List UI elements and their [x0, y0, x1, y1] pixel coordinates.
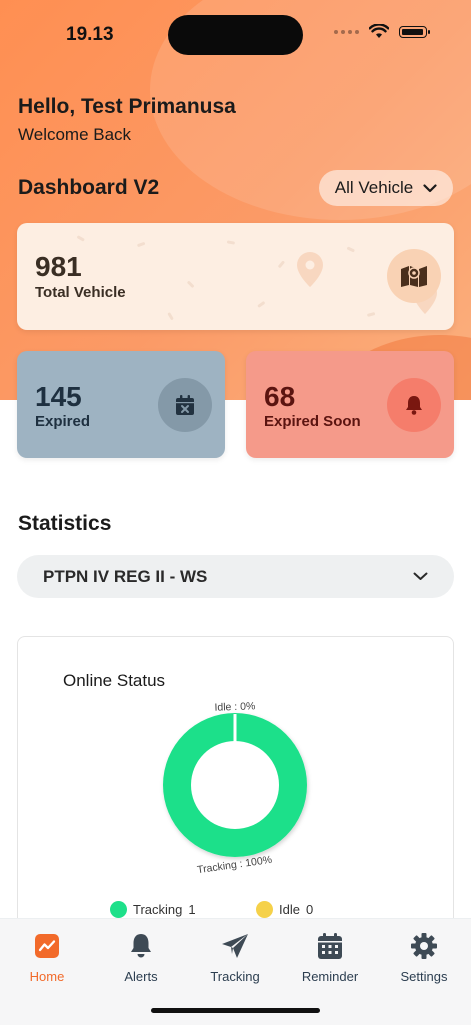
vehicle-filter-dropdown[interactable]: All Vehicle — [319, 170, 453, 206]
online-status-card: Online Status Idle : 0% Tracking : 100% … — [17, 636, 454, 936]
tracking-callout-label: Tracking : 100% — [196, 854, 272, 876]
status-time: 19.13 — [66, 24, 114, 45]
total-vehicle-count: 981 — [35, 251, 82, 282]
expired-card[interactable]: 145 Expired — [17, 351, 225, 458]
legend-idle: Idle 0 — [256, 901, 313, 918]
expired-soon-card[interactable]: 68 Expired Soon — [246, 351, 454, 458]
dynamic-island — [168, 15, 303, 55]
greeting-title: Hello, Test Primanusa — [18, 95, 236, 118]
legend-tracking: Tracking 1 — [110, 901, 196, 918]
legend-idle-count: 0 — [305, 902, 314, 917]
tab-home[interactable]: Home — [0, 929, 94, 984]
tab-settings[interactable]: Settings — [377, 929, 471, 984]
tab-alerts[interactable]: Alerts — [94, 929, 188, 984]
idle-callout-label: Idle : 0% — [214, 700, 255, 713]
tab-tracking[interactable]: Tracking — [188, 929, 282, 984]
map-icon — [387, 249, 441, 303]
donut-hole — [191, 741, 279, 829]
expired-count: 145 — [35, 381, 82, 412]
expired-label: Expired — [35, 413, 91, 430]
total-vehicle-label: Total Vehicle — [35, 284, 126, 301]
online-status-donut-chart: Idle : 0% Tracking : 100% — [163, 700, 307, 876]
expired-soon-count: 68 — [264, 381, 296, 412]
statistics-title: Statistics — [18, 512, 112, 535]
tracking-dot-icon — [110, 901, 127, 918]
chevron-down-icon — [413, 572, 428, 580]
welcome-subtitle: Welcome Back — [18, 125, 132, 144]
calendar-icon — [318, 933, 342, 959]
region-label: PTPN IV REG II - WS — [43, 566, 208, 586]
gear-icon — [411, 933, 437, 959]
region-dropdown[interactable]: PTPN IV REG II - WS — [17, 555, 454, 598]
tab-home-label: Home — [29, 969, 65, 984]
wifi-icon — [369, 24, 389, 38]
dashboard-title: Dashboard V2 — [18, 176, 160, 199]
status-bar: 19.13 — [0, 0, 471, 70]
vehicle-filter-label: All Vehicle — [334, 178, 414, 197]
legend-idle-name: Idle — [279, 902, 300, 917]
home-indicator — [151, 1008, 320, 1013]
total-vehicle-card[interactable]: 981 Total Vehicle — [17, 223, 454, 330]
bell-icon — [131, 934, 151, 958]
signal-icon — [334, 29, 359, 34]
send-plane-icon — [222, 934, 248, 958]
tab-settings-label: Settings — [400, 969, 448, 984]
legend-tracking-name: Tracking — [133, 902, 183, 917]
calendar-x-icon — [158, 378, 212, 432]
idle-dot-icon — [256, 901, 273, 918]
tab-reminder-label: Reminder — [301, 969, 359, 984]
bell-icon — [387, 378, 441, 432]
tab-alerts-label: Alerts — [124, 969, 158, 984]
legend-tracking-count: 1 — [188, 902, 196, 917]
tab-reminder[interactable]: Reminder — [283, 929, 377, 984]
expired-soon-label: Expired Soon — [264, 413, 361, 430]
chart-trend-icon — [35, 934, 59, 958]
battery-icon — [399, 25, 430, 38]
chevron-down-icon — [423, 183, 437, 192]
tab-tracking-label: Tracking — [210, 969, 260, 984]
